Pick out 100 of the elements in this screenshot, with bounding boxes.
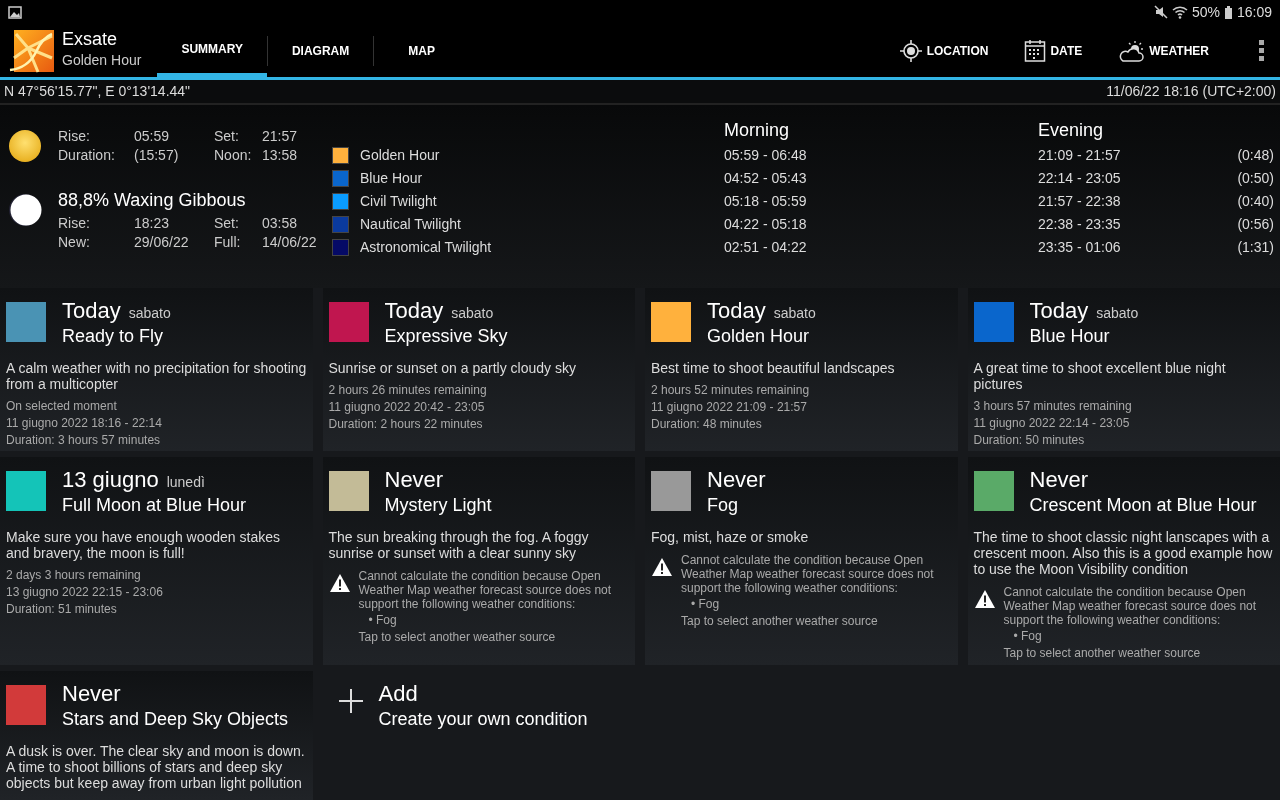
time-range: 22:38 - 23:35 [1038,215,1122,234]
field-value: 14/06/22 [262,233,317,252]
condition-card[interactable]: Today sabato Expressive Sky Sunrise or sunset on a partly cloudy sky 2 hours 26 minutes remaining 11 giugno 2022 20:42 - 23:05 Duration: 2 hours 22 minutes [322,288,635,451]
card-detail: 11 giugno 2022 20:42 - 23:05 [328,399,486,416]
tab[interactable]: MAP [374,24,469,77]
card-title: Mystery Light [384,494,492,517]
sun-icon [8,129,42,163]
card-description: Make sure you have enough wooden stakes and bravery, the moon is full! [6,529,281,561]
warning-icon [328,573,351,593]
field-value: 05:59 [134,127,171,146]
time-range: 22:14 - 23:05 [1038,169,1122,188]
card-weekday: lunedì [166,473,205,492]
app-name: Exsate [62,30,119,50]
card-weekday: sabato [773,304,816,323]
time-range: 21:09 - 21:57 [1038,146,1122,165]
condition-card[interactable] [645,457,958,665]
field-value: (15:57) [134,146,180,165]
card-when: Never [1029,467,1089,493]
plus-icon [338,689,363,713]
field-value: 13:58 [262,146,298,165]
time-range: 23:35 - 01:06 [1038,238,1122,257]
card-description: Fog, mist, haze or smoke [651,529,810,545]
card-weekday: sabato [128,304,171,323]
time-range: 21:57 - 22:38 [1038,192,1122,211]
action-button[interactable]: WEATHER [1112,38,1215,63]
card-detail: 11 giugno 2022 21:09 - 21:57 [651,399,808,416]
card-title: Stars and Deep Sky Objects [62,708,289,731]
warning-item: • Fog [690,597,721,611]
time-range: 04:52 - 05:43 [724,169,808,188]
card-detail: On selected moment [6,398,118,415]
card-description: A great time to shoot excellent blue night pictures [973,360,1227,392]
condition-card[interactable]: Today sabato Ready to Fly A calm weather with no precipitation for shooting from a multicopter On selected moment 11 giugno 2022 18:16 - 22:14 Duration: 3 hours 57 minutes [0,288,313,451]
warning-icon [651,557,673,577]
warning-icon [973,589,996,609]
clock: 16:09 [1236,2,1272,22]
time-range: 04:22 - 05:18 [724,215,808,234]
card-description: A calm weather with no precipitation for shooting from a multicopter [6,360,307,392]
legend-label: Nautical Twilight [360,215,461,234]
card-detail: 2 hours 52 minutes remaining [651,382,811,399]
wifi-icon [1171,5,1188,19]
card-when: Today [62,298,121,324]
card-title: Ready to Fly [62,325,165,348]
condition-card[interactable] [322,457,635,665]
warning-message: Cannot calculate the condition because Open Weather Map weather forecast source does not support the following weather conditions: [358,569,613,611]
time-range: 05:18 - 05:59 [724,192,808,211]
duration: (0:56) [1236,215,1274,234]
card-detail: Duration: 2 hours 22 minutes [328,416,484,433]
field-value: 03:58 [262,214,299,233]
field-value: 29/06/22 [134,233,190,252]
field-label: Rise: [58,214,91,233]
card-description: The time to shoot classic night lanscapes with a crescent moon. Also this is a good example how to use the Moon Visibility condition [973,529,1274,577]
card-title: Golden Hour [707,325,811,348]
coordinates: N 47°56'15.77", E 0°13'14.44" [4,82,191,101]
card-when: Today [384,298,444,324]
overflow-menu-icon[interactable] [1259,40,1264,61]
card-detail: Duration: 50 minutes [973,432,1086,449]
duration: (0:48) [1236,146,1274,165]
warning-item: • Fog [367,613,398,627]
field-value: 21:57 [262,127,298,146]
crosshair-icon [898,38,923,63]
date-time: 11/06/22 18:16 (UTC+2:00) [1106,82,1276,101]
legend-label: Civil Twilight [360,192,437,211]
duration: (0:40) [1236,192,1274,211]
moon-phase: 88,8% Waxing Gibbous [58,189,247,212]
card-title: Full Moon at Blue Hour [62,494,247,517]
battery-percent: 50% [1191,2,1220,22]
card-weekday: sabato [1096,304,1139,323]
card-description: Sunrise or sunset on a partly cloudy sky [328,360,577,376]
card-title: Blue Hour [1029,325,1111,348]
card-title: Expressive Sky [384,325,508,348]
warning-message: Cannot calculate the condition because Open Weather Map weather forecast source does not support the following weather conditions: [1003,585,1258,627]
tab[interactable]: DIAGRAM [267,24,374,77]
action-button[interactable]: DATE [1018,39,1089,62]
card-when: Today [707,298,766,324]
condition-card[interactable]: Never Stars and Deep Sky Objects A dusk is over. The clear sky and moon is down. A time to shoot billions of stars and deep sky objects but keep away from urban light pollution [0,671,313,800]
condition-card[interactable]: Today sabato Blue Hour A great time to shoot excellent blue night pictures 3 hours 57 minutes remaining 11 giugno 2022 22:14 - 23:05 Duration: 50 minutes [967,288,1280,451]
card-detail: 2 hours 26 minutes remaining [328,382,488,399]
weather-source-hint: Tap to select another weather source [358,630,557,644]
card-detail: 3 hours 57 minutes remaining [973,398,1133,415]
card-description: The sun breaking through the fog. A foggy sunrise or sunset with a clear sunny sky [328,529,590,561]
card-when: 13 giugno [62,467,159,493]
add-condition-item[interactable]: Add Create your own condition [322,671,635,800]
card-detail: Duration: 3 hours 57 minutes [6,432,162,449]
duration: (1:31) [1236,238,1274,257]
field-label: Noon: [214,146,253,165]
card-when: Never [707,467,766,493]
card-detail: Duration: 51 minutes [6,601,118,618]
card-detail: 11 giugno 2022 18:16 - 22:14 [6,415,163,432]
card-title: Fog [707,494,740,517]
condition-card[interactable]: 13 giugno lunedì Full Moon at Blue Hour Make sure you have enough wooden stakes and bravery, the moon is full! 2 days 3 hours remaining 13 giugno 2022 22:15 - 23:06 Duration: 51 minutes [0,457,313,665]
field-value: 18:23 [134,214,171,233]
condition-card[interactable] [967,457,1280,665]
condition-card[interactable]: Today sabato Golden Hour Best time to shoot beautiful landscapes 2 hours 52 minutes remaining 11 giugno 2022 21:09 - 21:57 Duration: 48 minutes [645,288,958,451]
action-button[interactable]: LOCATION [892,38,995,63]
legend-label: Golden Hour [360,146,440,165]
card-detail: Duration: 48 minutes [651,416,763,433]
card-when: Never [384,467,444,493]
field-label: Duration: [58,146,116,165]
app-subtitle: Golden Hour [62,50,142,70]
card-detail: 13 giugno 2022 22:15 - 23:06 [6,584,164,601]
